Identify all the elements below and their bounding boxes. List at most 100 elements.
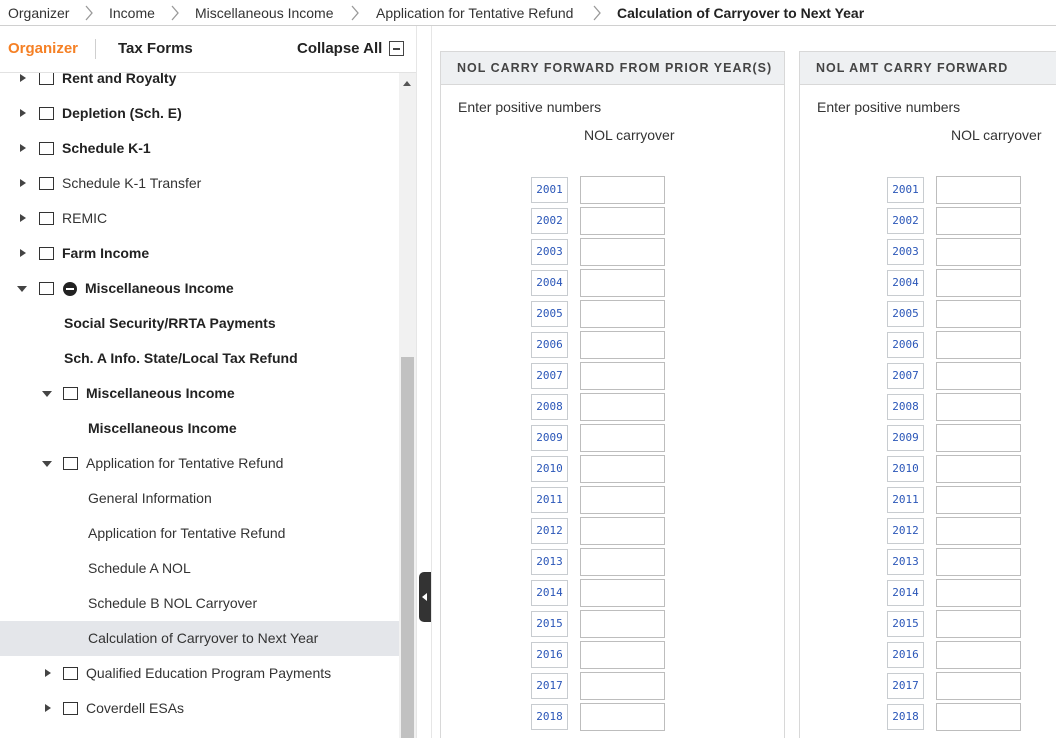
year-link-2001[interactable]: 2001 (887, 177, 924, 203)
year-link-2009[interactable]: 2009 (887, 425, 924, 451)
nol-carryover-input-2002[interactable] (580, 207, 665, 235)
tree-item-tentative-refund-folder[interactable]: Application for Tentative Refund (0, 446, 399, 481)
nol-carryover-input-2010[interactable] (580, 455, 665, 483)
year-link-2009[interactable]: 2009 (531, 425, 568, 451)
year-link-2012[interactable]: 2012 (531, 518, 568, 544)
expand-arrow-icon[interactable] (20, 179, 26, 187)
year-link-2015[interactable]: 2015 (887, 611, 924, 637)
scroll-up-arrow-icon[interactable] (403, 81, 411, 86)
tree-item-social-security[interactable]: Social Security/RRTA Payments (0, 306, 399, 341)
tree-item-qualified-education[interactable]: Qualified Education Program Payments (0, 656, 399, 691)
nol-carryover-input-2014[interactable] (936, 579, 1021, 607)
nol-carryover-input-2005[interactable] (580, 300, 665, 328)
tree-item-miscellaneous-income[interactable]: Miscellaneous Income (0, 271, 399, 306)
nol-carryover-input-2018[interactable] (580, 703, 665, 731)
nol-carryover-input-2008[interactable] (936, 393, 1021, 421)
collapse-minus-icon[interactable] (389, 41, 404, 56)
expand-arrow-icon[interactable] (45, 704, 51, 712)
tree-item-state-local-tax-refund[interactable]: Sch. A Info. State/Local Tax Refund (0, 341, 399, 376)
expand-arrow-icon[interactable] (20, 144, 26, 152)
year-link-2005[interactable]: 2005 (531, 301, 568, 327)
year-link-2007[interactable]: 2007 (887, 363, 924, 389)
tree-item-schedule-a-nol[interactable]: Schedule A NOL (0, 551, 399, 586)
expand-arrow-icon[interactable] (20, 74, 26, 82)
tab-tax-forms[interactable]: Tax Forms (118, 40, 193, 57)
tree-item-coverdell-esas[interactable]: Coverdell ESAs (0, 691, 399, 726)
tab-organizer[interactable]: Organizer (8, 40, 78, 57)
year-link-2018[interactable]: 2018 (531, 704, 568, 730)
year-link-2004[interactable]: 2004 (531, 270, 568, 296)
nol-carryover-input-2006[interactable] (580, 331, 665, 359)
nol-carryover-input-2013[interactable] (936, 548, 1021, 576)
nol-carryover-input-2015[interactable] (580, 610, 665, 638)
year-link-2012[interactable]: 2012 (887, 518, 924, 544)
year-link-2015[interactable]: 2015 (531, 611, 568, 637)
year-link-2008[interactable]: 2008 (887, 394, 924, 420)
expand-arrow-icon[interactable] (20, 109, 26, 117)
collapse-arrow-icon[interactable] (42, 391, 52, 397)
year-link-2006[interactable]: 2006 (531, 332, 568, 358)
expand-arrow-icon[interactable] (20, 214, 26, 222)
tree-item-farm-income[interactable]: Farm Income (0, 236, 399, 271)
tree-item-schedule-b-nol[interactable]: Schedule B NOL Carryover (0, 586, 399, 621)
nol-carryover-input-2002[interactable] (936, 207, 1021, 235)
nol-carryover-input-2010[interactable] (936, 455, 1021, 483)
nol-carryover-input-2017[interactable] (936, 672, 1021, 700)
year-link-2017[interactable]: 2017 (887, 673, 924, 699)
breadcrumb-item-income[interactable]: Income (109, 5, 155, 21)
nol-carryover-input-2015[interactable] (936, 610, 1021, 638)
tree-item-general-information[interactable]: General Information (0, 481, 399, 516)
breadcrumb-item-tentative-refund[interactable]: Application for Tentative Refund (376, 5, 573, 21)
tree-item-misc-income-form[interactable]: Miscellaneous Income (0, 411, 399, 446)
year-link-2001[interactable]: 2001 (531, 177, 568, 203)
tree-item-schedule-k1[interactable]: Schedule K-1 (0, 131, 399, 166)
expand-arrow-icon[interactable] (45, 669, 51, 677)
nol-carryover-input-2005[interactable] (936, 300, 1021, 328)
nol-carryover-input-2007[interactable] (580, 362, 665, 390)
tree-item-misc-income-folder[interactable]: Miscellaneous Income (0, 376, 399, 411)
year-link-2002[interactable]: 2002 (887, 208, 924, 234)
expand-arrow-icon[interactable] (20, 249, 26, 257)
tree-item-schedule-k1-transfer[interactable]: Schedule K-1 Transfer (0, 166, 399, 201)
tree-item-depletion[interactable]: Depletion (Sch. E) (0, 96, 399, 131)
nol-carryover-input-2016[interactable] (580, 641, 665, 669)
nol-carryover-input-2003[interactable] (936, 238, 1021, 266)
nol-carryover-input-2011[interactable] (580, 486, 665, 514)
nol-carryover-input-2009[interactable] (936, 424, 1021, 452)
year-link-2008[interactable]: 2008 (531, 394, 568, 420)
panel-splitter[interactable] (416, 26, 432, 738)
collapse-all-button[interactable]: Collapse All (297, 40, 382, 57)
tree-item-calculation-of-carryover[interactable]: Calculation of Carryover to Next Year (0, 621, 399, 656)
year-link-2002[interactable]: 2002 (531, 208, 568, 234)
nol-carryover-input-2001[interactable] (936, 176, 1021, 204)
year-link-2016[interactable]: 2016 (887, 642, 924, 668)
collapse-arrow-icon[interactable] (42, 461, 52, 467)
nol-carryover-input-2014[interactable] (580, 579, 665, 607)
collapse-arrow-icon[interactable] (17, 286, 27, 292)
nol-carryover-input-2001[interactable] (580, 176, 665, 204)
year-link-2014[interactable]: 2014 (887, 580, 924, 606)
nol-carryover-input-2007[interactable] (936, 362, 1021, 390)
nol-carryover-input-2008[interactable] (580, 393, 665, 421)
collapse-sidebar-handle-icon[interactable] (419, 572, 431, 622)
nol-carryover-input-2013[interactable] (580, 548, 665, 576)
year-link-2011[interactable]: 2011 (887, 487, 924, 513)
breadcrumb-item-organizer[interactable]: Organizer (8, 5, 69, 21)
year-link-2010[interactable]: 2010 (531, 456, 568, 482)
tree-item-rent-and-royalty[interactable]: Rent and Royalty (0, 73, 399, 96)
nol-carryover-input-2006[interactable] (936, 331, 1021, 359)
nol-carryover-input-2004[interactable] (580, 269, 665, 297)
year-link-2011[interactable]: 2011 (531, 487, 568, 513)
nol-carryover-input-2016[interactable] (936, 641, 1021, 669)
year-link-2003[interactable]: 2003 (887, 239, 924, 265)
breadcrumb-item-miscellaneous-income[interactable]: Miscellaneous Income (195, 5, 334, 21)
tree-item-tentative-refund-form[interactable]: Application for Tentative Refund (0, 516, 399, 551)
tree-item-remic[interactable]: REMIC (0, 201, 399, 236)
year-link-2018[interactable]: 2018 (887, 704, 924, 730)
nol-carryover-input-2012[interactable] (580, 517, 665, 545)
nol-carryover-input-2018[interactable] (936, 703, 1021, 731)
sidebar-scrollbar[interactable] (399, 73, 416, 738)
year-link-2010[interactable]: 2010 (887, 456, 924, 482)
year-link-2006[interactable]: 2006 (887, 332, 924, 358)
year-link-2014[interactable]: 2014 (531, 580, 568, 606)
